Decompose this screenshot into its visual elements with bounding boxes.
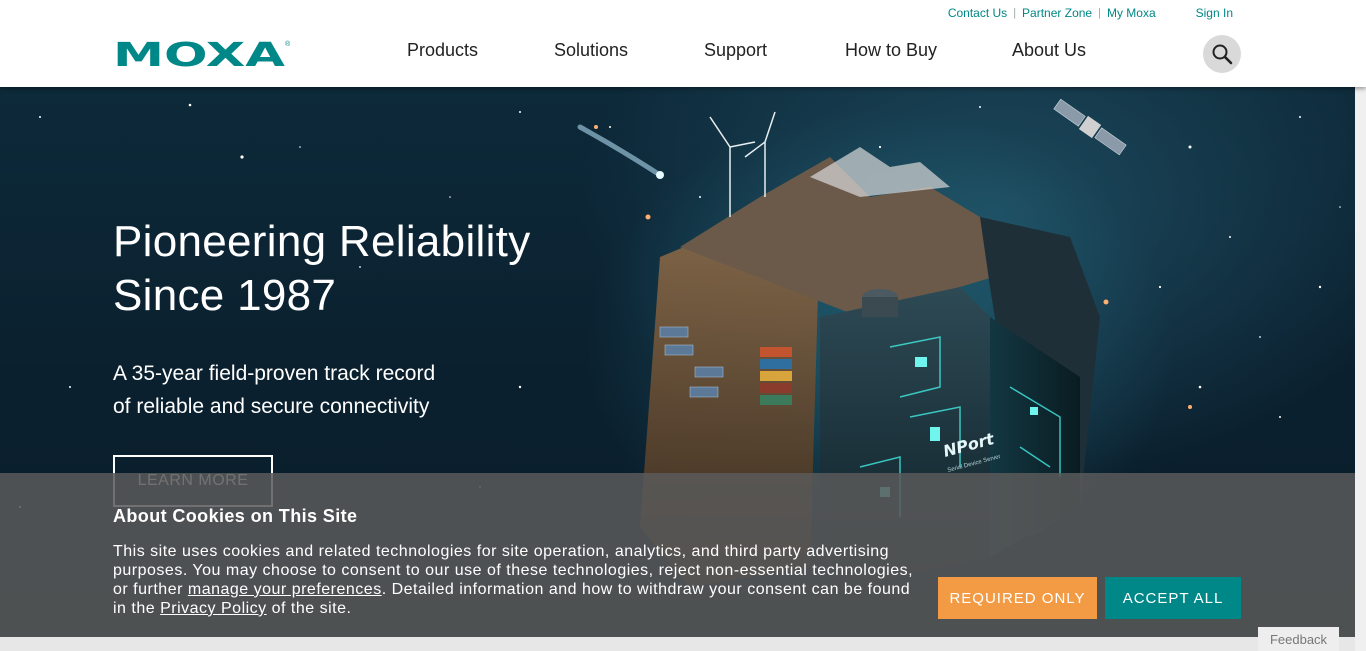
hero-subtitle-line1: A 35-year field-proven track record	[113, 362, 436, 385]
nav-how-to-buy[interactable]: How to Buy	[845, 40, 937, 61]
hero-title-line2: Since 1987	[113, 271, 337, 320]
hero-subtitle: A 35-year field-proven track record of r…	[113, 357, 435, 423]
search-button[interactable]	[1203, 35, 1241, 73]
cookie-banner-text: This site uses cookies and related techn…	[113, 542, 923, 618]
main-nav: Products Solutions Support How to Buy Ab…	[0, 40, 1366, 66]
nav-solutions[interactable]: Solutions	[554, 40, 628, 61]
hero-title: Pioneering Reliability Since 1987	[113, 215, 531, 323]
manage-preferences-link[interactable]: manage your preferences	[188, 581, 382, 598]
my-moxa-link[interactable]: My Moxa	[1107, 6, 1156, 20]
privacy-policy-link[interactable]: Privacy Policy	[160, 600, 267, 617]
divider: |	[1098, 7, 1101, 19]
hero-subtitle-line2: of reliable and secure connectivity	[113, 395, 430, 418]
feedback-tab[interactable]: Feedback	[1258, 627, 1339, 651]
page-bottom-strip	[0, 637, 1355, 651]
required-only-button[interactable]: REQUIRED ONLY	[938, 577, 1097, 619]
partner-zone-link[interactable]: Partner Zone	[1022, 6, 1092, 20]
scrollbar[interactable]	[1355, 87, 1366, 651]
cookie-text-part: of the site.	[266, 600, 352, 617]
contact-us-link[interactable]: Contact Us	[948, 6, 1007, 20]
divider: |	[1013, 7, 1017, 19]
nav-products[interactable]: Products	[407, 40, 478, 61]
nav-support[interactable]: Support	[704, 40, 767, 61]
site-header: Contact Us | Partner Zone | My Moxa Sign…	[0, 0, 1366, 87]
nav-about-us[interactable]: About Us	[1012, 40, 1086, 61]
cookie-banner-title: About Cookies on This Site	[113, 506, 358, 526]
hero-title-line1: Pioneering Reliability	[113, 217, 531, 266]
utility-links: Contact Us | Partner Zone | My Moxa Sign…	[948, 6, 1233, 20]
sign-in-link[interactable]: Sign In	[1196, 6, 1233, 20]
search-icon	[1212, 44, 1233, 65]
accept-all-button[interactable]: ACCEPT ALL	[1105, 577, 1241, 619]
cookie-banner: About Cookies on This Site This site use…	[0, 473, 1355, 637]
